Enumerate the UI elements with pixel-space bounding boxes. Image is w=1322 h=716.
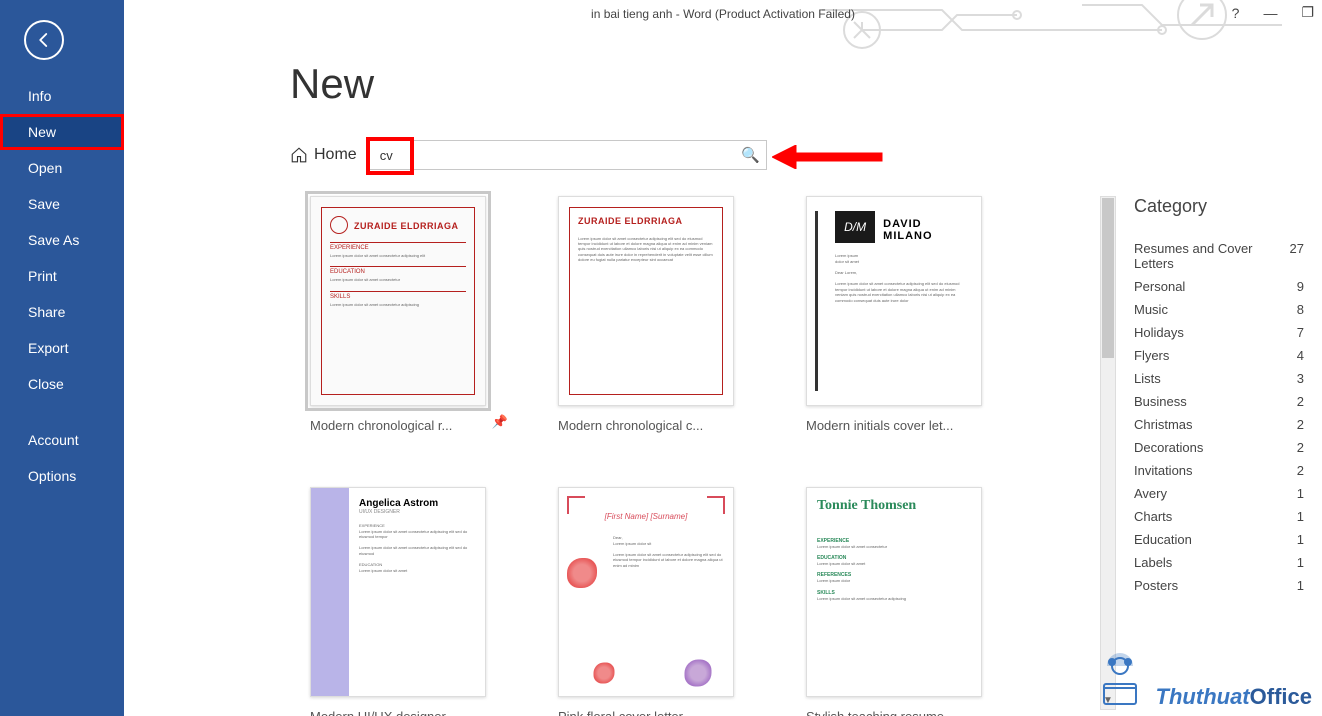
template-card[interactable]: D/M DAVID MILANO Lorem ipsumdolor sit am… <box>806 196 982 433</box>
breadcrumb-home[interactable]: Home <box>290 146 357 164</box>
category-name: Resumes and Cover Letters <box>1134 241 1290 271</box>
category-row[interactable]: Invitations 2 <box>1134 459 1304 482</box>
page-title: New <box>290 60 374 108</box>
category-row[interactable]: Avery 1 <box>1134 482 1304 505</box>
category-count: 1 <box>1297 532 1304 547</box>
home-icon <box>290 146 308 164</box>
category-count: 4 <box>1297 348 1304 363</box>
category-count: 9 <box>1297 279 1304 294</box>
nav-info[interactable]: Info <box>0 78 124 114</box>
category-row[interactable]: Personal 9 <box>1134 275 1304 298</box>
template-card[interactable]: [First Name] [Surname] Dear,Lorem ipsum … <box>558 487 734 716</box>
category-panel: Category Resumes and Cover Letters27Pers… <box>1122 196 1322 710</box>
category-count: 2 <box>1297 463 1304 478</box>
template-label: Modern chronological r... <box>310 418 486 433</box>
window-title: in bai tieng anh - Word (Product Activat… <box>591 7 855 21</box>
nav-export[interactable]: Export <box>0 330 124 366</box>
template-search: 🔍 <box>369 140 767 170</box>
annotation-arrow <box>772 145 892 169</box>
help-button[interactable]: ? <box>1232 5 1240 21</box>
category-count: 27 <box>1290 241 1304 271</box>
category-name: Music <box>1134 302 1168 317</box>
nav-print[interactable]: Print <box>0 258 124 294</box>
category-row[interactable]: Music 8 <box>1134 298 1304 321</box>
main-area: in bai tieng anh - Word (Product Activat… <box>124 0 1322 716</box>
template-label: Stylish teaching resume <box>806 709 982 716</box>
category-count: 1 <box>1297 578 1304 593</box>
nav-close[interactable]: Close <box>0 366 124 402</box>
category-count: 2 <box>1297 417 1304 432</box>
category-count: 7 <box>1297 325 1304 340</box>
category-row[interactable]: Charts 1 <box>1134 505 1304 528</box>
category-count: 2 <box>1297 394 1304 409</box>
category-name: Avery <box>1134 486 1167 501</box>
nav-share[interactable]: Share <box>0 294 124 330</box>
category-name: Charts <box>1134 509 1172 524</box>
title-bar: in bai tieng anh - Word (Product Activat… <box>124 0 1322 28</box>
category-name: Personal <box>1134 279 1185 294</box>
category-row[interactable]: Christmas 2 <box>1134 413 1304 436</box>
category-name: Education <box>1134 532 1192 547</box>
template-card[interactable]: ZURAIDE ELDRRIAGA Lorem ipsum dolor sit … <box>558 196 734 433</box>
category-row[interactable]: Business 2 <box>1134 390 1304 413</box>
search-input[interactable] <box>370 148 736 163</box>
restore-button[interactable]: ❐ <box>1301 4 1314 21</box>
scrollbar[interactable]: ▲ ▼ <box>1100 196 1116 710</box>
category-name: Posters <box>1134 578 1178 593</box>
category-name: Decorations <box>1134 440 1203 455</box>
back-button[interactable] <box>24 20 64 60</box>
category-name: Flyers <box>1134 348 1169 363</box>
watermark-logo: ThuthuatOffice <box>1090 650 1312 710</box>
category-row[interactable]: Labels 1 <box>1134 551 1304 574</box>
category-name: Holidays <box>1134 325 1184 340</box>
nav-save[interactable]: Save <box>0 186 124 222</box>
template-card[interactable]: Angelica Astrom UI/UX DESIGNER EXPERIENC… <box>310 487 486 716</box>
template-card[interactable]: ZURAIDE ELDRRIAGA EXPERIENCELorem ipsum … <box>310 196 486 433</box>
template-label: Modern initials cover let... <box>806 418 982 433</box>
nav-open[interactable]: Open <box>0 150 124 186</box>
template-card[interactable]: Tonnie Thomsen EXPERIENCELorem ipsum dol… <box>806 487 982 716</box>
nav-account[interactable]: Account <box>0 422 124 458</box>
category-row[interactable]: Holidays 7 <box>1134 321 1304 344</box>
nav-options[interactable]: Options <box>0 458 124 494</box>
category-count: 2 <box>1297 440 1304 455</box>
category-count: 1 <box>1297 555 1304 570</box>
category-row[interactable]: Resumes and Cover Letters27 <box>1134 237 1304 275</box>
backstage-sidebar: Info New Open Save Save As Print Share E… <box>0 0 124 716</box>
category-name: Christmas <box>1134 417 1193 432</box>
category-row[interactable]: Decorations 2 <box>1134 436 1304 459</box>
category-count: 8 <box>1297 302 1304 317</box>
search-icon[interactable]: 🔍 <box>736 146 766 164</box>
scroll-thumb[interactable] <box>1102 198 1114 358</box>
template-label: Pink floral cover letter <box>558 709 734 716</box>
category-count: 3 <box>1297 371 1304 386</box>
category-row[interactable]: Education 1 <box>1134 528 1304 551</box>
category-name: Labels <box>1134 555 1172 570</box>
nav-save-as[interactable]: Save As <box>0 222 124 258</box>
template-grid: ZURAIDE ELDRRIAGA EXPERIENCELorem ipsum … <box>310 196 1220 716</box>
category-name: Business <box>1134 394 1187 409</box>
nav-new[interactable]: New <box>0 114 124 150</box>
category-row[interactable]: Flyers 4 <box>1134 344 1304 367</box>
category-row[interactable]: Posters 1 <box>1134 574 1304 597</box>
category-row[interactable]: Lists 3 <box>1134 367 1304 390</box>
template-label: Modern chronological c... <box>558 418 734 433</box>
category-count: 1 <box>1297 509 1304 524</box>
category-name: Lists <box>1134 371 1161 386</box>
template-label: Modern UI/UX designer... <box>310 709 486 716</box>
category-count: 1 <box>1297 486 1304 501</box>
pin-icon[interactable]: 📌 <box>492 414 508 430</box>
category-name: Invitations <box>1134 463 1193 478</box>
category-title: Category <box>1134 196 1304 217</box>
minimize-button[interactable]: — <box>1263 5 1277 21</box>
